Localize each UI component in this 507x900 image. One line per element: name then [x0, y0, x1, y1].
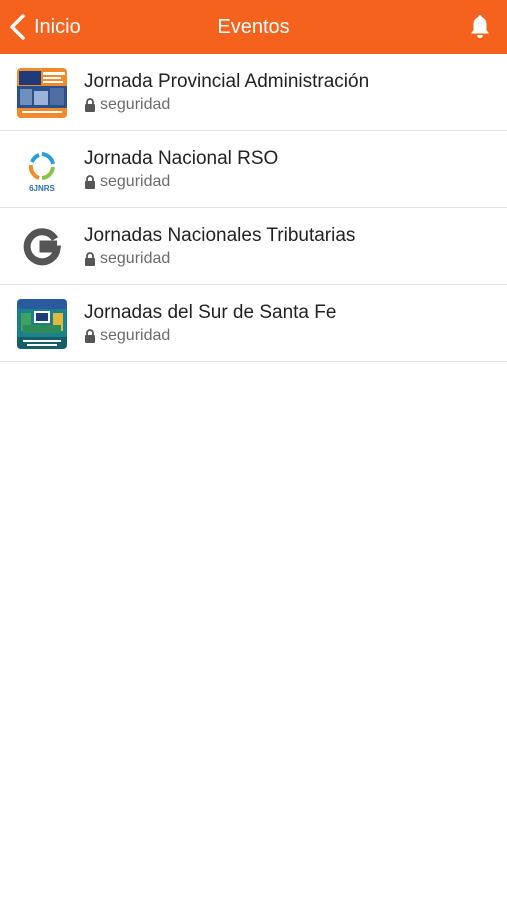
event-access-label: seguridad — [100, 96, 171, 113]
event-title: Jornadas del Sur de Santa Fe — [84, 302, 337, 323]
lock-icon — [85, 98, 95, 112]
app-screen: Inicio Eventos Jornada Provincial Admini… — [0, 0, 507, 900]
event-poster-thumbnail — [17, 299, 67, 349]
event-meta: seguridad — [84, 326, 497, 346]
event-meta: seguridad — [84, 172, 497, 192]
event-title: Jornadas Nacionales Tributarias — [84, 225, 356, 246]
top-bar: Inicio Eventos — [0, 0, 507, 54]
back-button[interactable]: Inicio — [8, 0, 81, 54]
events-list: Jornada Provincial Administración seguri… — [0, 54, 507, 362]
list-item[interactable]: 6JNRS Jornada Nacional RSO seguridad — [0, 131, 507, 208]
svg-text:6JNRS: 6JNRS — [29, 184, 55, 193]
event-title: Jornada Nacional RSO — [84, 148, 279, 169]
lock-icon — [85, 329, 95, 343]
bell-icon[interactable] — [467, 14, 493, 40]
event-title: Jornada Provincial Administración — [84, 71, 370, 92]
chevron-left-icon — [10, 14, 25, 40]
list-item[interactable]: Jornadas del Sur de Santa Fe seguridad — [0, 285, 507, 362]
6jnrs-logo: 6JNRS — [17, 145, 67, 195]
list-item[interactable]: Jornada Provincial Administración seguri… — [0, 54, 507, 131]
lock-icon — [85, 252, 95, 266]
event-meta: seguridad — [84, 95, 497, 115]
event-access-label: seguridad — [100, 173, 171, 190]
g-logo — [17, 222, 67, 272]
event-meta: seguridad — [84, 249, 497, 269]
list-item[interactable]: Jornadas Nacionales Tributarias segurida… — [0, 208, 507, 285]
event-banner-thumbnail — [17, 68, 67, 118]
back-label: Inicio — [34, 16, 81, 38]
event-access-label: seguridad — [100, 327, 171, 344]
lock-icon — [85, 175, 95, 189]
event-access-label: seguridad — [100, 250, 171, 267]
